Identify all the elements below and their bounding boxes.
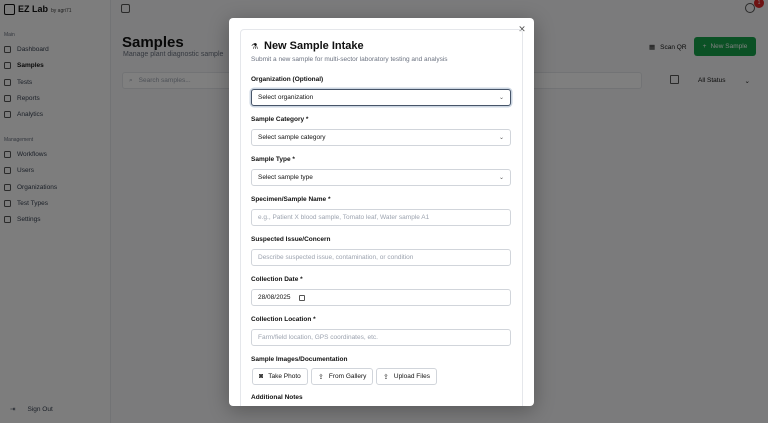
category-label: Sample Category * xyxy=(251,116,309,123)
issue-placeholder: Describe suspected issue, contamination,… xyxy=(258,254,414,261)
from-gallery-label: From Gallery xyxy=(328,373,367,380)
flask-icon: ⚗ xyxy=(251,41,259,51)
collection-date-label: Collection Date * xyxy=(251,276,303,283)
issue-label: Suspected Issue/Concern xyxy=(251,236,331,243)
collection-date-value: 28/08/2025 xyxy=(258,294,291,301)
type-select-value: Select sample type xyxy=(258,174,313,181)
collection-location-label: Collection Location * xyxy=(251,316,316,323)
camera-icon: ◙ xyxy=(259,373,264,380)
new-sample-dialog: ✕ ⚗ New Sample Intake Submit a new sampl… xyxy=(229,18,534,406)
organization-label: Organization (Optional) xyxy=(251,76,324,83)
collection-location-input[interactable]: Farm/field location, GPS coordinates, et… xyxy=(251,329,511,346)
category-select-value: Select sample category xyxy=(258,134,326,141)
organization-select-value: Select organization xyxy=(258,94,314,101)
chevron-down-icon: ⌄ xyxy=(498,95,504,101)
type-select[interactable]: Select sample type ⌄ xyxy=(251,169,511,186)
from-gallery-button[interactable]: ⇪ From Gallery xyxy=(311,368,374,385)
specimen-placeholder: e.g., Patient X blood sample, Tomato lea… xyxy=(258,214,430,221)
collection-date-input[interactable]: 28/08/2025 xyxy=(251,289,511,306)
calendar-icon[interactable] xyxy=(298,294,305,301)
images-label: Sample Images/Documentation xyxy=(251,356,348,363)
collection-location-placeholder: Farm/field location, GPS coordinates, et… xyxy=(258,334,378,341)
notes-label: Additional Notes xyxy=(251,394,303,401)
specimen-input[interactable]: e.g., Patient X blood sample, Tomato lea… xyxy=(251,209,511,226)
type-label: Sample Type * xyxy=(251,156,295,163)
take-photo-button[interactable]: ◙ Take Photo xyxy=(252,368,308,385)
take-photo-label: Take Photo xyxy=(268,373,301,380)
issue-input[interactable]: Describe suspected issue, contamination,… xyxy=(251,249,511,266)
upload-icon: ⇪ xyxy=(383,373,389,381)
dialog-subtitle: Submit a new sample for multi-sector lab… xyxy=(251,56,448,63)
chevron-down-icon: ⌄ xyxy=(498,135,504,141)
organization-select[interactable]: Select organization ⌄ xyxy=(251,89,511,106)
upload-files-label: Upload Files xyxy=(393,373,431,380)
dialog-title: ⚗ New Sample Intake xyxy=(251,40,364,52)
specimen-label: Specimen/Sample Name * xyxy=(251,196,331,203)
dialog-title-text: New Sample Intake xyxy=(264,40,364,52)
upload-files-button[interactable]: ⇪ Upload Files xyxy=(376,368,438,385)
chevron-down-icon: ⌄ xyxy=(498,175,504,181)
upload-icon: ⇪ xyxy=(318,373,324,381)
category-select[interactable]: Select sample category ⌄ xyxy=(251,129,511,146)
